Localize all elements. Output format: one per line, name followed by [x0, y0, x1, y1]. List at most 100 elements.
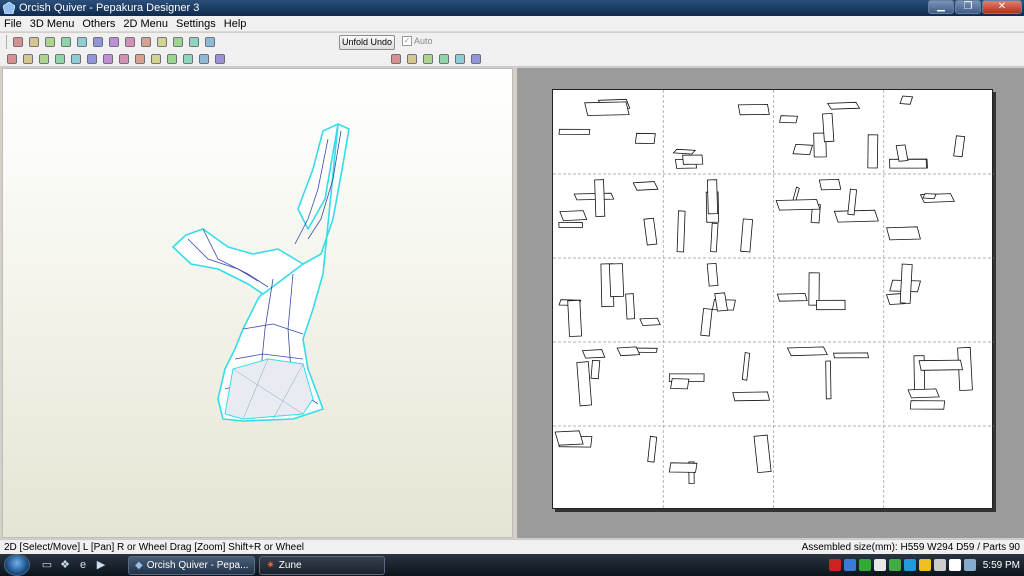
paper-part[interactable] — [899, 263, 913, 304]
paper-part[interactable] — [792, 186, 800, 203]
menu-3d[interactable]: 3D Menu — [26, 18, 79, 30]
start-button[interactable] — [4, 554, 30, 576]
clock[interactable]: 5:59 PM — [983, 560, 1020, 571]
internet-explorer-icon[interactable]: e — [76, 558, 90, 572]
auto-checkbox[interactable]: ✓ Auto — [402, 36, 433, 46]
open-folder-icon[interactable] — [11, 35, 25, 49]
fill-icon[interactable] — [101, 52, 115, 66]
paper-part[interactable] — [792, 143, 814, 156]
window2-icon[interactable] — [203, 35, 217, 49]
pencil-icon[interactable] — [107, 35, 121, 49]
flip-icon[interactable] — [53, 52, 67, 66]
task-pepakura[interactable]: ◆ Orcish Quiver - Pepa... — [128, 555, 256, 575]
3d-view[interactable] — [2, 68, 513, 538]
tray-icon[interactable] — [963, 559, 976, 571]
paper-part[interactable] — [576, 361, 593, 407]
move-icon[interactable] — [91, 35, 105, 49]
paper-part[interactable] — [740, 218, 754, 253]
paper-part[interactable] — [668, 462, 698, 473]
tray-icon[interactable] — [933, 559, 946, 571]
paper-part[interactable] — [867, 134, 879, 169]
tray-icon[interactable] — [918, 559, 931, 571]
tray-icon[interactable] — [903, 559, 916, 571]
window-icon[interactable] — [187, 35, 201, 49]
join-icon[interactable] — [165, 52, 179, 66]
paper-part[interactable] — [670, 378, 690, 390]
paper-part[interactable] — [818, 178, 842, 191]
paper-part[interactable] — [918, 359, 963, 371]
paper-part[interactable] — [825, 360, 832, 400]
close-button[interactable]: ✕ — [982, 0, 1022, 14]
paper-part[interactable] — [737, 103, 770, 116]
paper-part[interactable] — [779, 115, 798, 124]
paper-part[interactable] — [907, 388, 940, 399]
unfold-undo-button[interactable]: Unfold Undo — [339, 35, 395, 50]
paper-part[interactable] — [625, 293, 636, 320]
align-center-icon[interactable] — [405, 52, 419, 66]
paper-part[interactable] — [594, 179, 606, 218]
paper-part[interactable] — [581, 349, 606, 359]
paper-part[interactable] — [886, 226, 921, 241]
align-top-icon[interactable] — [421, 52, 435, 66]
paper-part[interactable] — [732, 391, 771, 402]
task-zune[interactable]: ✷ Zune — [259, 555, 386, 575]
paper-part[interactable] — [895, 144, 909, 162]
menu-file[interactable]: File — [0, 18, 26, 30]
paper-part[interactable] — [833, 209, 879, 223]
paper-part[interactable] — [833, 352, 869, 359]
paper-part[interactable] — [632, 181, 659, 191]
paper-part[interactable] — [643, 217, 658, 246]
maximize-button[interactable]: ❐ — [955, 0, 981, 14]
select-icon[interactable] — [5, 52, 19, 66]
paper-part[interactable] — [899, 95, 914, 105]
align-left-icon[interactable] — [389, 52, 403, 66]
paper-part[interactable] — [554, 430, 584, 446]
edge-icon[interactable] — [85, 52, 99, 66]
paper-part[interactable] — [608, 263, 625, 298]
paper-part[interactable] — [775, 199, 821, 211]
paper-part[interactable] — [822, 112, 835, 143]
cylinder-icon[interactable] — [123, 35, 137, 49]
part-icon[interactable] — [37, 52, 51, 66]
rotate-icon[interactable] — [75, 35, 89, 49]
paper-part[interactable] — [567, 299, 583, 337]
paper-part[interactable] — [559, 210, 588, 222]
paper-part[interactable] — [922, 193, 937, 200]
show-desktop-icon[interactable]: ▭ — [40, 558, 54, 572]
align-bottom-icon[interactable] — [437, 52, 451, 66]
paper-part[interactable] — [909, 400, 946, 410]
paper-part[interactable] — [706, 179, 719, 215]
group-icon[interactable] — [149, 52, 163, 66]
paper-part[interactable] — [573, 192, 615, 201]
paper-part[interactable] — [706, 262, 719, 287]
minimize-button[interactable]: ▁ — [928, 0, 954, 14]
paper-part[interactable] — [639, 317, 661, 326]
paper-part[interactable] — [700, 308, 713, 337]
paper-part[interactable] — [816, 299, 846, 311]
grid-icon[interactable] — [213, 52, 227, 66]
menu-others[interactable]: Others — [78, 18, 119, 30]
menu-2d[interactable]: 2D Menu — [119, 18, 172, 30]
save-icon[interactable] — [27, 35, 41, 49]
paper-part[interactable] — [741, 352, 751, 381]
tray-icon[interactable] — [873, 559, 886, 571]
media-player-icon[interactable]: ▶ — [94, 558, 108, 572]
globe-icon[interactable] — [171, 35, 185, 49]
paper-part[interactable] — [753, 434, 772, 474]
cube-color-icon[interactable] — [59, 35, 73, 49]
paper-part[interactable] — [786, 346, 828, 357]
paper-part[interactable] — [776, 293, 808, 302]
split-icon[interactable] — [181, 52, 195, 66]
paper-part[interactable] — [647, 435, 658, 463]
paper-part[interactable] — [826, 101, 861, 110]
paper-part[interactable] — [616, 346, 641, 357]
pen-icon[interactable] — [21, 52, 35, 66]
auto-checkbox-box[interactable]: ✓ — [402, 36, 412, 46]
anchor-icon[interactable] — [139, 35, 153, 49]
menu-help[interactable]: Help — [220, 18, 251, 30]
paper-part[interactable] — [672, 148, 697, 155]
rotate-right-icon[interactable] — [469, 52, 483, 66]
tray-icon[interactable] — [843, 559, 856, 571]
paper-part[interactable] — [634, 132, 656, 145]
menu-settings[interactable]: Settings — [172, 18, 220, 30]
